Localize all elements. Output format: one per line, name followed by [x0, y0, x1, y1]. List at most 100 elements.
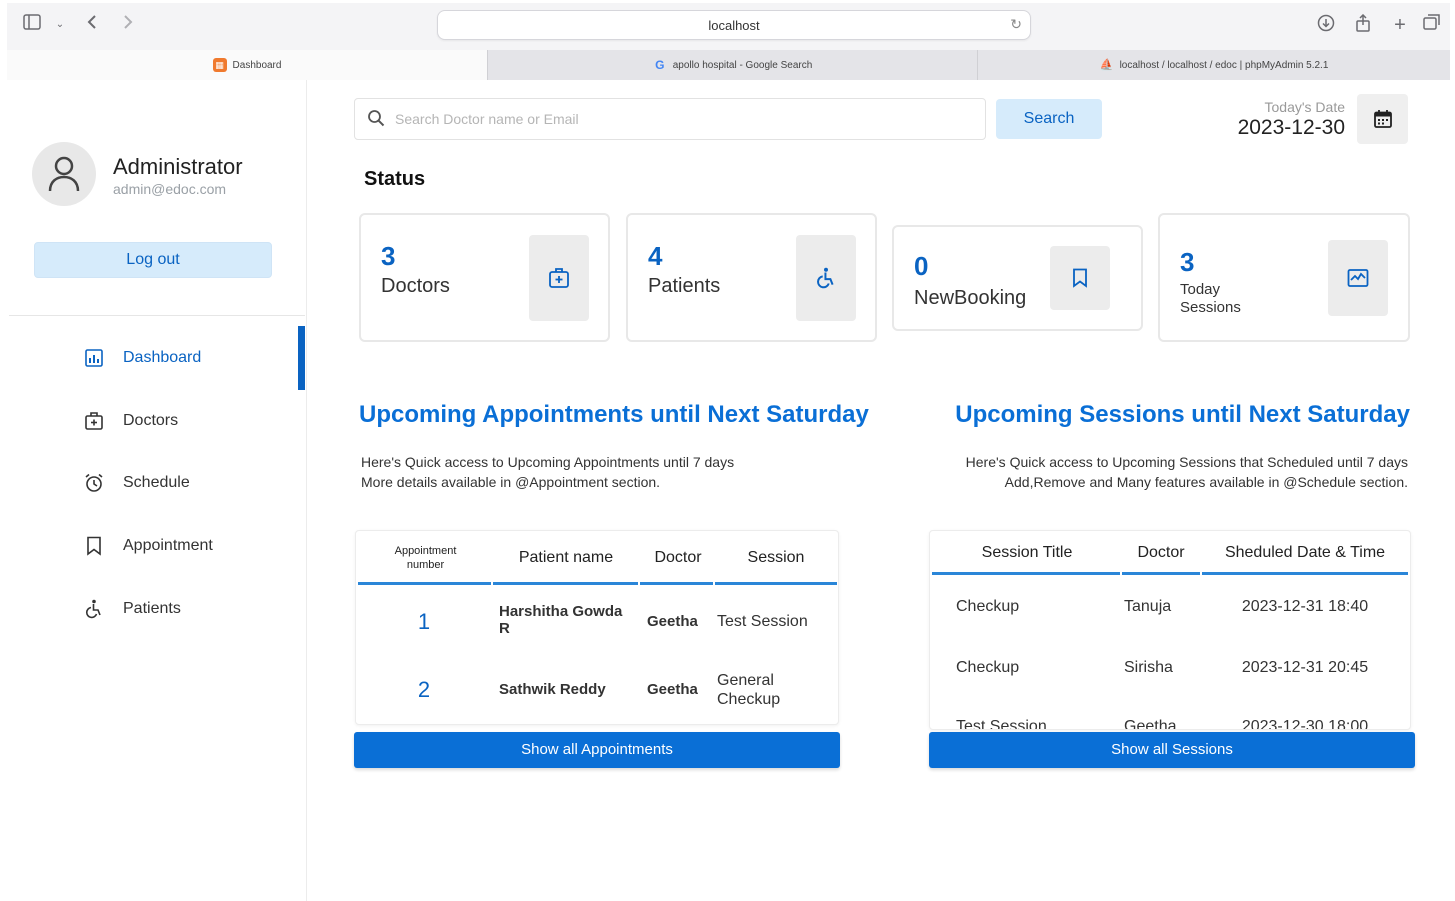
new-tab-icon[interactable]: +: [1389, 14, 1411, 36]
sidebar-item-label: Doctors: [123, 412, 179, 429]
dashboard-icon: [83, 347, 105, 369]
forward-icon[interactable]: [117, 14, 139, 36]
admin-name: Administrator: [113, 154, 243, 179]
session-icon: [1328, 240, 1388, 316]
sidebar-item-dashboard[interactable]: Dashboard: [83, 343, 201, 373]
search-input[interactable]: [395, 99, 975, 139]
sidebar-divider: [9, 315, 305, 316]
show-all-sessions-button[interactable]: Show all Sessions: [929, 732, 1415, 768]
table-header-datetime: Sheduled Date & Time: [1224, 544, 1386, 561]
address-bar[interactable]: localhost ↻: [437, 10, 1031, 40]
app-favicon-icon: ▦: [212, 58, 227, 72]
search-button[interactable]: Search: [996, 99, 1102, 139]
header-underline: [932, 572, 1120, 575]
tab-bar: ▦ Dashboard G apollo hospital - Google S…: [7, 50, 1450, 80]
tab-overview-icon[interactable]: [1421, 14, 1443, 36]
sidebar-item-label: Dashboard: [123, 349, 202, 366]
header-underline: [640, 582, 713, 585]
sidebar-toggle-icon[interactable]: [21, 14, 43, 36]
table-header-doctor: Doctor: [654, 549, 702, 566]
header-underline: [358, 582, 491, 585]
sidebar-item-label: Schedule: [123, 474, 190, 491]
bookmark-icon: [83, 535, 105, 557]
chevron-down-icon[interactable]: ⌄: [49, 14, 71, 36]
session-title: Checkup: [956, 659, 1020, 676]
sidebar-item-schedule[interactable]: Schedule: [83, 468, 190, 498]
reload-icon[interactable]: ↻: [1010, 16, 1022, 33]
stat-label-line: Today: [1180, 281, 1221, 298]
status-title: Status: [364, 168, 426, 190]
phpmyadmin-icon: ⛵: [1099, 59, 1114, 71]
stat-count: 3: [1180, 247, 1195, 277]
session-name: Test Session: [717, 613, 808, 630]
description-line: More details available in @Appointment s…: [361, 474, 661, 490]
doctor-name: Geetha: [647, 681, 698, 698]
stat-label: Doctors: [381, 275, 450, 297]
description-line: Here's Quick access to Upcoming Sessions…: [965, 454, 1408, 470]
patient-name: Sathwik Reddy: [499, 681, 606, 698]
share-icon[interactable]: [1352, 13, 1374, 36]
session-datetime: 2023-12-30 18:00: [1241, 718, 1369, 730]
tab-label: apollo hospital - Google Search: [672, 59, 813, 71]
doctor-bag-icon: [83, 410, 105, 432]
session-name: General Checkup: [717, 671, 780, 709]
table-header-number: Appointment number: [378, 544, 473, 572]
search-icon: [367, 109, 385, 132]
sidebar-item-label: Appointment: [123, 537, 213, 554]
sidebar-item-doctors[interactable]: Doctors: [83, 406, 178, 436]
stat-card-today-sessions[interactable]: 3 Today Sessions: [1158, 213, 1410, 342]
calendar-button[interactable]: [1357, 94, 1408, 144]
header-underline: [715, 582, 837, 585]
stat-label: Today Sessions: [1180, 281, 1241, 317]
description-line: Here's Quick access to Upcoming Appointm…: [361, 454, 735, 470]
sessions-title: Upcoming Sessions until Next Saturday: [955, 401, 1410, 428]
header-line: number: [406, 559, 445, 571]
address-text: localhost: [708, 18, 760, 33]
header-underline: [493, 582, 638, 585]
tab-phpmyadmin[interactable]: ⛵ localhost / localhost / edoc | phpMyAd…: [977, 50, 1450, 80]
admin-email: admin@edoc.com: [113, 181, 227, 197]
browser-chrome: ⌄ localhost ↻ + ▦ Dashboard G apollo hos…: [7, 3, 1450, 80]
patient-name-line: R: [499, 620, 510, 637]
doctor-name: Geetha: [1124, 718, 1177, 730]
stat-label-line: Sessions: [1180, 299, 1241, 316]
alarm-clock-icon: [83, 472, 105, 494]
table-header-session: Session: [747, 549, 805, 566]
download-icon[interactable]: [1315, 14, 1337, 36]
table-header-title: Session Title: [981, 544, 1073, 561]
appointment-number: 1: [417, 609, 431, 634]
wheelchair-icon: [796, 235, 856, 321]
stat-label: NewBooking: [914, 287, 1027, 309]
session-title: Test Session: [956, 718, 1047, 730]
stat-count: 3: [381, 241, 396, 271]
tab-google-search[interactable]: G apollo hospital - Google Search: [487, 50, 977, 80]
header-line: Appointment: [394, 545, 457, 557]
medical-bag-icon: [529, 235, 589, 321]
sidebar-item-appointment[interactable]: Appointment: [83, 531, 213, 561]
appointments-title: Upcoming Appointments until Next Saturda…: [359, 401, 869, 428]
stat-card-new-booking[interactable]: 0 NewBooking: [892, 225, 1143, 331]
doctor-name: Tanuja: [1124, 598, 1172, 615]
sessions-description: Here's Quick access to Upcoming Sessions…: [966, 452, 1408, 492]
sidebar-item-patients[interactable]: Patients: [83, 594, 181, 624]
back-icon[interactable]: [81, 14, 103, 36]
bookmark-icon: [1050, 246, 1110, 310]
table-header-patient: Patient name: [518, 549, 614, 566]
avatar: [32, 142, 96, 206]
logout-button[interactable]: Log out: [34, 242, 272, 278]
browser-toolbar: ⌄ localhost ↻ +: [7, 3, 1450, 47]
sidebar-item-label: Patients: [123, 600, 181, 617]
description-line: Add,Remove and Many features available i…: [1004, 474, 1408, 490]
appointment-number: 2: [417, 677, 431, 702]
tab-dashboard[interactable]: ▦ Dashboard: [7, 50, 487, 80]
active-indicator: [298, 326, 305, 390]
wheelchair-icon: [83, 598, 105, 620]
google-icon: G: [655, 58, 665, 72]
table-header-doctor: Doctor: [1137, 544, 1185, 561]
session-title: Checkup: [956, 598, 1020, 615]
calendar-icon: [1373, 110, 1392, 128]
stat-card-doctors[interactable]: 3 Doctors: [359, 213, 610, 342]
stat-card-patients[interactable]: 4 Patients: [626, 213, 877, 342]
show-all-appointments-button[interactable]: Show all Appointments: [354, 732, 840, 768]
session-datetime: 2023-12-31 18:40: [1241, 598, 1369, 615]
